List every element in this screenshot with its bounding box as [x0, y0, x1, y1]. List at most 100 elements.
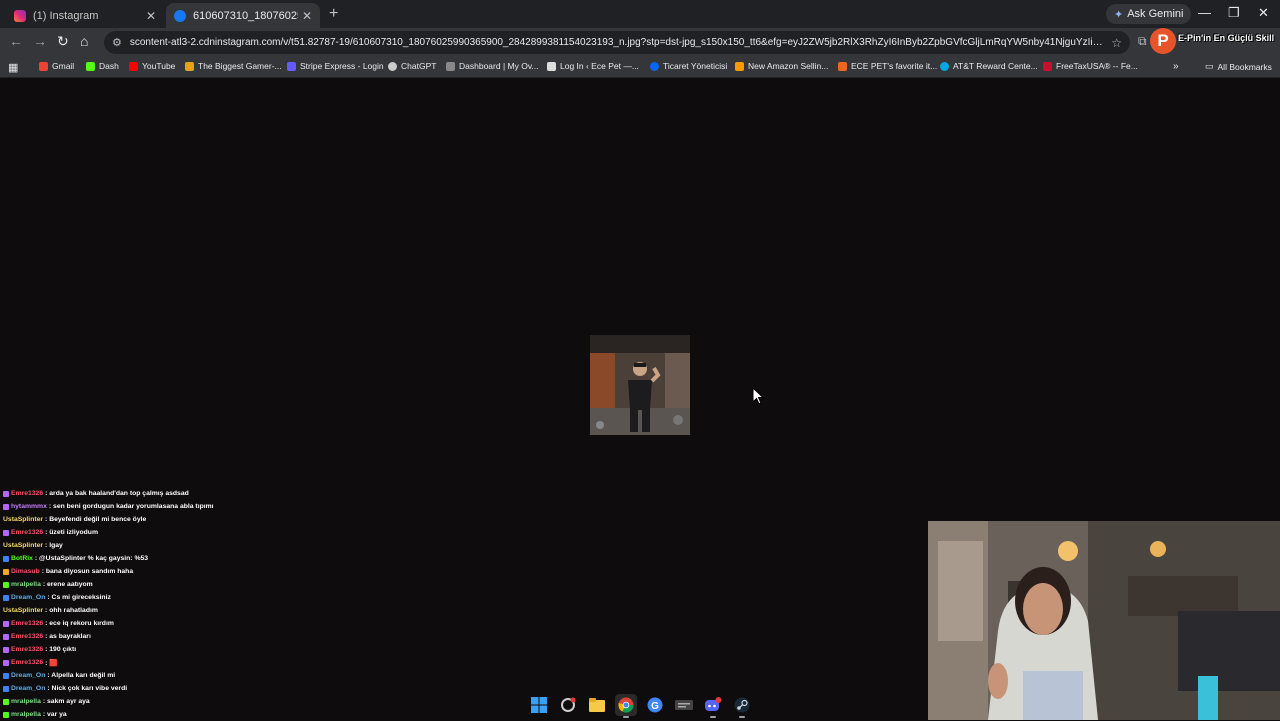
chat-message: Emre1326: 🟥 — [3, 656, 443, 669]
chat-username: UstaSplinter — [3, 607, 44, 614]
chat-text: : üzeti izliyodum — [45, 529, 98, 536]
obs-icon[interactable] — [673, 694, 695, 716]
close-tab-icon[interactable]: ✕ — [146, 9, 156, 23]
chat-text: : ece iq rekoru kırdım — [45, 620, 114, 627]
chat-username: UstaSplinter — [3, 542, 44, 549]
site-info-icon[interactable]: ⚙ — [112, 36, 122, 49]
extensions-icon[interactable]: ⧉ — [1138, 34, 1147, 49]
dashboard-icon — [446, 61, 455, 71]
bookmark-chatgpt[interactable]: ChatGPT — [388, 61, 436, 71]
chat-username: mralpella — [11, 698, 41, 705]
chat-username: Emre1326 — [11, 620, 44, 627]
windows-taskbar: G — [518, 692, 762, 718]
folder-icon: ▭ — [1205, 61, 1214, 71]
bookmark-stripe[interactable]: Stripe Express - Login — [287, 61, 384, 71]
back-icon[interactable]: ← — [9, 33, 23, 49]
chat-text: : 🟥 — [45, 659, 58, 667]
chat-text: : as bayrakları — [45, 633, 91, 640]
active-indicator — [739, 716, 745, 718]
active-indicator — [623, 716, 629, 718]
bookmark-label: ECE PET's favorite it... — [851, 61, 938, 71]
ask-gemini-button[interactable]: ✦ Ask Gemini — [1106, 4, 1192, 24]
chat-badge-icon — [3, 698, 9, 705]
bookmark-dash[interactable]: Dash — [86, 61, 119, 71]
webcam-feed — [928, 521, 1280, 720]
more-bookmarks-icon[interactable]: » — [1173, 61, 1179, 72]
bookmark-label: Dash — [99, 61, 119, 71]
bookmark-youtube[interactable]: YouTube — [129, 61, 175, 71]
chat-badge-icon — [3, 555, 9, 562]
chat-badge-icon — [3, 659, 9, 666]
bookmark-star-icon[interactable]: ☆ — [1111, 36, 1122, 50]
tab-instagram[interactable]: (1) Instagram ✕ — [6, 3, 164, 28]
forward-icon[interactable]: → — [33, 33, 47, 49]
svg-text:G: G — [651, 701, 659, 712]
bookmark-att[interactable]: AT&T Reward Cente... — [940, 61, 1038, 71]
chat-message: mralpella: erene aatıyom — [3, 578, 443, 591]
reload-icon[interactable]: ↻ — [57, 33, 69, 50]
bookmark-ticaret[interactable]: Ticaret Yöneticisi — [650, 61, 727, 71]
chat-badge-icon — [3, 633, 9, 640]
bookmark-label: ChatGPT — [401, 61, 437, 71]
bookmark-ece-pet-favorite[interactable]: ECE PET's favorite it... — [838, 61, 937, 71]
chat-message: Dimasub: bana diyosun sandım haha — [3, 565, 443, 578]
gmail-icon — [39, 61, 48, 71]
chat-text: : bana diyosun sandım haha — [41, 568, 134, 575]
chat-badge-icon — [3, 568, 9, 575]
browser-toolbar: ← → ↻ ⌂ ⚙ scontent-atl3-2.cdninstagram.c… — [0, 28, 1280, 57]
chat-message: Emre1326: ece iq rekoru kırdım — [3, 617, 443, 630]
bookmark-gmail[interactable]: Gmail — [39, 61, 74, 71]
chat-text: : erene aatıyom — [42, 581, 93, 588]
chat-text: : Cs mi gireceksiniz — [47, 594, 111, 601]
close-window-icon[interactable]: ✕ — [1258, 5, 1269, 21]
profile-photo[interactable] — [590, 335, 690, 435]
stream-chat: Emre1326: arda ya bak haaland'dan top ça… — [3, 487, 443, 721]
chat-message: UstaSplinter: ohh rahatladım — [3, 604, 443, 617]
steam-icon[interactable] — [731, 694, 753, 718]
tab-title: 610607310_18076025990365900_284289938115… — [193, 9, 298, 22]
chat-text: : 190 çıktı — [45, 646, 77, 653]
minimize-icon[interactable]: — — [1198, 5, 1211, 20]
all-bookmarks-button[interactable]: ▭ All Bookmarks — [1205, 61, 1272, 72]
chat-message: hytammmx: sen beni gordugun kadar yoruml… — [3, 500, 443, 513]
new-tab-button[interactable]: + — [329, 5, 338, 23]
etsy-icon — [838, 61, 847, 71]
bookmark-amazon[interactable]: New Amazon Sellin... — [735, 61, 828, 71]
active-indicator — [710, 716, 716, 718]
bookmark-biggest-gamer[interactable]: The Biggest Gamer-... — [185, 61, 282, 71]
close-tab-icon[interactable]: ✕ — [302, 9, 312, 23]
chat-username: BotRix — [11, 555, 33, 562]
url-text[interactable]: scontent-atl3-2.cdninstagram.com/v/t51.8… — [130, 37, 1105, 48]
chat-message: Dream_On: Nick çok karı vibe verdi — [3, 682, 443, 695]
chat-badge-icon — [3, 581, 9, 588]
stripe-icon — [287, 61, 296, 71]
apps-icon[interactable]: ▦ — [8, 61, 18, 74]
facebook-icon — [174, 9, 186, 22]
windows-start-icon[interactable] — [528, 694, 550, 716]
bookmark-freetaxusa[interactable]: FreeTaxUSA® -- Fe... — [1043, 61, 1138, 71]
restore-icon[interactable]: ❐ — [1228, 5, 1240, 21]
chat-badge-icon — [3, 594, 9, 601]
amazon-icon — [735, 61, 744, 71]
address-bar[interactable]: ⚙ scontent-atl3-2.cdninstagram.com/v/t51… — [104, 31, 1130, 54]
chat-username: Emre1326 — [11, 646, 44, 653]
bookmarks-bar: ▦ Gmail Dash YouTube The Biggest Gamer-.… — [0, 57, 1280, 78]
chat-text: : ohh rahatladım — [45, 607, 98, 614]
chat-message: Emre1326: 190 çıktı — [3, 643, 443, 656]
bookmark-dashboard[interactable]: Dashboard | My Ov... — [446, 61, 539, 71]
chat-badge-icon — [3, 620, 9, 627]
bookmark-ece-pet-login[interactable]: Log In ‹ Ece Pet —... — [547, 61, 639, 71]
file-explorer-icon[interactable] — [586, 694, 608, 716]
gemini-icon: ✦ — [1114, 8, 1124, 21]
chat-text: : var ya — [42, 711, 67, 718]
discord-icon[interactable] — [702, 694, 724, 718]
bookmark-label: Stripe Express - Login — [300, 61, 384, 71]
home-icon[interactable]: ⌂ — [80, 33, 88, 49]
google-icon[interactable]: G — [644, 694, 666, 716]
chat-badge-icon — [3, 503, 9, 510]
tab-image[interactable]: 610607310_18076025990365900_284289938115… — [166, 3, 320, 28]
snipping-tool-icon[interactable] — [557, 694, 579, 716]
chat-text: : Beyefendi değil mi bence öyle — [45, 516, 147, 523]
chrome-icon[interactable] — [615, 694, 637, 718]
bookmark-label: Log In ‹ Ece Pet —... — [560, 61, 639, 71]
